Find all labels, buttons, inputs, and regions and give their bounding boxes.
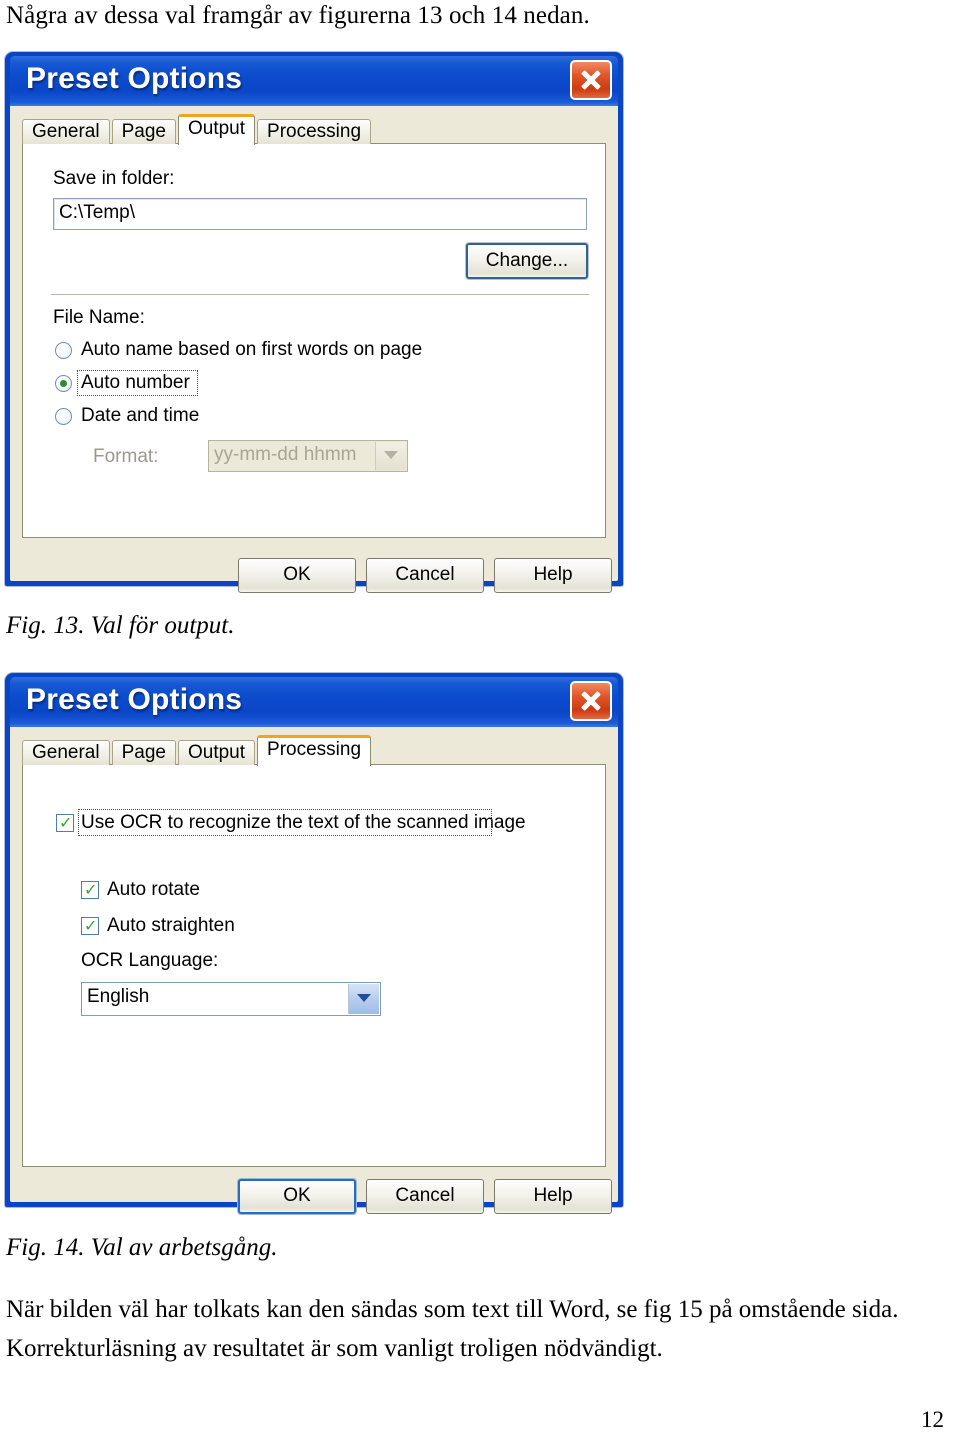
checkmark-icon: ✓	[59, 813, 73, 832]
tab-general[interactable]: General	[22, 119, 110, 144]
tab-page[interactable]: Page	[111, 119, 176, 144]
figure-14-caption: Fig. 14. Val av arbetsgång.	[6, 1234, 278, 1261]
ocr-language-combobox-value: English	[87, 986, 150, 1007]
dialog-title-output: Preset Options	[26, 62, 243, 95]
chevron-down-icon[interactable]	[375, 442, 406, 470]
dialog-body-output: General Page Output Processing Save in f…	[10, 106, 618, 593]
tab-processing[interactable]: Processing	[257, 735, 372, 766]
tab-output[interactable]: Output	[177, 114, 256, 145]
body-paragraph-line-1: När bilden väl har tolkats kan den sända…	[6, 1296, 899, 1323]
format-label: Format:	[93, 446, 159, 467]
tab-strip-processing: General Page Output Processing	[22, 735, 373, 766]
cancel-button[interactable]: Cancel	[366, 1179, 484, 1214]
ok-button-label: OK	[283, 1185, 311, 1206]
section-divider	[51, 294, 589, 295]
tab-panel-processing: ✓ Use OCR to recognize the text of the s…	[22, 764, 606, 1167]
dialog-title-processing: Preset Options	[26, 683, 243, 716]
checkbox-use-ocr[interactable]: ✓	[56, 814, 74, 832]
cancel-button-label: Cancel	[395, 564, 455, 585]
figure-13-caption: Fig. 13. Val för output.	[6, 612, 235, 639]
tab-page[interactable]: Page	[111, 740, 176, 765]
radio-date-and-time[interactable]	[55, 408, 72, 425]
radio-auto-name[interactable]	[55, 342, 72, 359]
cancel-button-label: Cancel	[395, 1185, 455, 1206]
checkbox-auto-straighten[interactable]: ✓	[81, 917, 99, 935]
tab-processing[interactable]: Processing	[257, 119, 372, 144]
chevron-down-icon[interactable]	[348, 984, 379, 1014]
folder-path-input[interactable]: C:\Temp\	[53, 198, 587, 230]
dialog-titlebar-output: Preset Options	[10, 56, 618, 106]
format-combobox[interactable]: yy-mm-dd hhmm	[208, 440, 408, 472]
preset-options-dialog-processing: Preset Options General Page Output Proce…	[5, 673, 623, 1214]
change-folder-button-label: Change...	[485, 250, 569, 271]
tab-panel-output: Save in folder: C:\Temp\ Change... File …	[22, 143, 606, 538]
radio-auto-name-label: Auto name based on first words on page	[81, 339, 423, 360]
dialog-titlebar-processing: Preset Options	[10, 677, 618, 727]
help-button[interactable]: Help	[494, 1179, 612, 1214]
checkmark-icon: ✓	[84, 916, 98, 935]
ocr-language-combobox[interactable]: English	[81, 982, 381, 1016]
page-number: 12	[921, 1407, 944, 1432]
tab-general[interactable]: General	[22, 740, 110, 765]
close-icon[interactable]	[570, 60, 612, 100]
checkmark-icon: ✓	[84, 880, 98, 899]
tab-output[interactable]: Output	[177, 740, 256, 765]
cancel-button[interactable]: Cancel	[366, 558, 484, 593]
radio-auto-number-label: Auto number	[81, 372, 190, 393]
intro-paragraph: Några av dessa val framgår av figurerna …	[6, 2, 590, 29]
help-button-label: Help	[533, 564, 573, 585]
file-name-label: File Name:	[53, 307, 145, 328]
help-button-label: Help	[533, 1185, 573, 1206]
ok-button-label: OK	[283, 564, 311, 585]
ok-button[interactable]: OK	[238, 558, 356, 593]
radio-date-and-time-label: Date and time	[81, 405, 200, 426]
close-icon[interactable]	[570, 681, 612, 721]
tab-strip-output: General Page Output Processing	[22, 114, 373, 145]
preset-options-dialog-output: Preset Options General Page Output Proce…	[5, 52, 623, 593]
checkbox-auto-rotate[interactable]: ✓	[81, 881, 99, 899]
help-button[interactable]: Help	[494, 558, 612, 593]
checkbox-auto-straighten-label: Auto straighten	[107, 915, 235, 936]
ocr-language-label: OCR Language:	[81, 950, 219, 971]
checkbox-auto-rotate-label: Auto rotate	[107, 879, 200, 900]
radio-selected-dot	[60, 380, 67, 387]
body-paragraph-line-2: Korrekturläsning av resultatet är som va…	[6, 1335, 663, 1362]
change-folder-button[interactable]: Change...	[466, 243, 588, 279]
dialog-body-processing: General Page Output Processing ✓ Use OCR…	[10, 727, 618, 1214]
checkbox-use-ocr-label: Use OCR to recognize the text of the sca…	[81, 812, 526, 833]
ok-button[interactable]: OK	[238, 1179, 356, 1214]
save-in-folder-label: Save in folder:	[53, 168, 175, 189]
radio-auto-number[interactable]	[55, 375, 72, 392]
format-combobox-value: yy-mm-dd hhmm	[214, 444, 357, 465]
